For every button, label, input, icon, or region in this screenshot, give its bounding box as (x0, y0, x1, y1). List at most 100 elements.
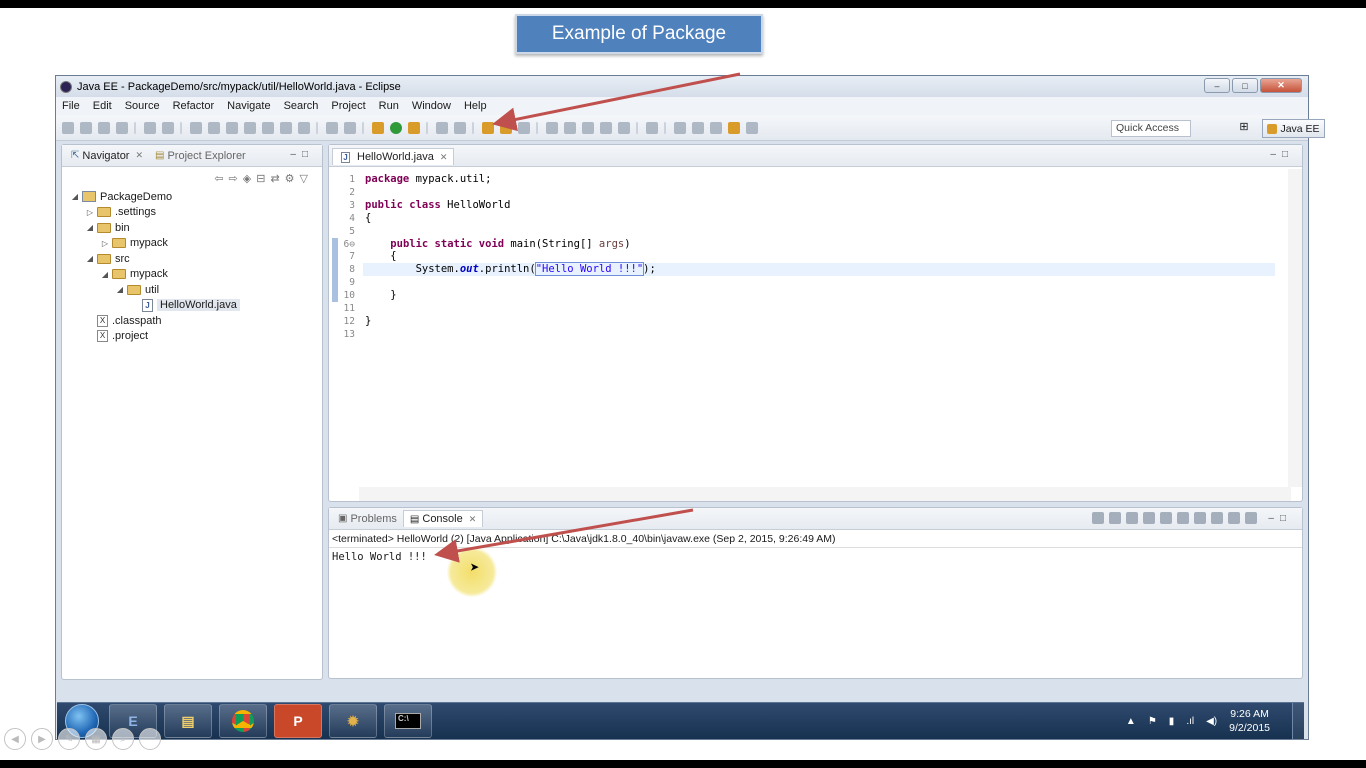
tree-node[interactable]: ◢ src (70, 251, 322, 267)
pen-icon[interactable]: ✎ (58, 728, 80, 750)
menu-edit[interactable]: Edit (93, 100, 112, 112)
menu-navigate[interactable]: Navigate (227, 100, 270, 112)
minimize-maximize-icons[interactable]: –□ (1268, 513, 1292, 524)
forward-arrow-icon[interactable]: ⇨ (229, 172, 238, 185)
annotation-next-icon[interactable] (546, 121, 558, 134)
minimize-maximize-icons[interactable]: –□ (290, 149, 314, 160)
horizontal-scrollbar[interactable] (359, 487, 1291, 501)
clock[interactable]: 9:26 AM 9/2/2015 (1229, 707, 1270, 735)
coverage-icon[interactable] (408, 121, 420, 134)
show-stdout-icon[interactable] (1177, 512, 1190, 524)
prev-annotation-icon[interactable] (710, 121, 722, 134)
maximize-button[interactable]: □ (1232, 78, 1258, 93)
last-edit-icon[interactable] (674, 121, 686, 134)
expand-toggle-icon[interactable]: ◢ (100, 270, 110, 279)
tree-node[interactable]: ◢ bin (70, 220, 322, 236)
expand-toggle-icon[interactable]: ◢ (70, 192, 80, 201)
close-tab-icon[interactable]: ✕ (440, 152, 448, 163)
skip-breakpoints-icon[interactable] (162, 121, 174, 134)
up-icon[interactable]: ◈ (243, 172, 251, 185)
tab-problems[interactable]: ▣ Problems (332, 511, 403, 527)
tree-node[interactable]: ▷ .settings (70, 205, 322, 221)
link-editor-icon[interactable]: ⇄ (270, 172, 279, 185)
close-tab-icon[interactable]: ✕ (135, 150, 143, 161)
close-tab-icon[interactable]: ✕ (469, 514, 477, 525)
next-slide-icon[interactable]: ▶ (31, 728, 53, 750)
tree-node[interactable]: ◢ mypack (70, 267, 322, 283)
next-annotation-icon[interactable] (692, 121, 704, 134)
remove-all-icon[interactable] (1126, 512, 1139, 524)
tree-node[interactable]: ◢ PackageDemo (70, 189, 322, 205)
pin-console-icon[interactable] (1211, 512, 1224, 524)
expand-toggle-icon[interactable]: ▷ (85, 208, 95, 217)
save-all-icon[interactable] (98, 121, 110, 134)
save-icon[interactable] (80, 121, 92, 134)
new-icon[interactable] (62, 121, 74, 134)
new-server-icon[interactable] (436, 121, 448, 134)
search-icon[interactable] (518, 121, 530, 134)
server-icon[interactable] (326, 121, 338, 134)
menu-run[interactable]: Run (379, 100, 399, 112)
slides-icon[interactable]: ▦ (85, 728, 107, 750)
minimize-maximize-icons[interactable]: –□ (1270, 149, 1294, 160)
tree-node[interactable]: ◢ util (70, 282, 322, 298)
tree-node[interactable]: ▷ mypack (70, 236, 322, 252)
tree-node[interactable]: X .classpath (70, 313, 322, 329)
annotation-prev-icon[interactable] (564, 121, 576, 134)
prev-slide-icon[interactable]: ◀ (4, 728, 26, 750)
app-gear-icon[interactable]: ✹ (329, 704, 377, 738)
command-prompt-icon[interactable]: C:\ (384, 704, 432, 738)
menu-refactor[interactable]: Refactor (173, 100, 215, 112)
open-type-icon[interactable] (482, 121, 494, 134)
run-icon[interactable] (390, 121, 402, 134)
disconnect-icon[interactable] (244, 121, 256, 134)
display-console-icon[interactable] (1228, 512, 1241, 524)
show-stderr-icon[interactable] (1194, 512, 1207, 524)
menu-project[interactable]: Project (331, 100, 365, 112)
debug-icon[interactable] (372, 121, 384, 134)
tab-project-explorer[interactable]: ▤ Project Explorer (149, 148, 252, 164)
show-hidden-icons[interactable]: ▲ (1126, 716, 1136, 727)
open-task-icon[interactable] (500, 121, 512, 134)
toggle-block-selection-icon[interactable] (600, 121, 612, 134)
chrome-icon[interactable] (219, 704, 267, 738)
terminate-icon[interactable] (226, 121, 238, 134)
expand-toggle-icon[interactable]: ▷ (100, 239, 110, 248)
resume-icon[interactable] (190, 121, 202, 134)
suspend-icon[interactable] (208, 121, 220, 134)
power-icon[interactable]: ▮ (1169, 716, 1175, 727)
show-whitespace-icon[interactable] (618, 121, 630, 134)
console-output-area[interactable]: Hello World !!! ➤ (329, 547, 1302, 665)
tab-helloworld-java[interactable]: J HelloWorld.java ✕ (332, 148, 455, 165)
expand-toggle-icon[interactable]: ◢ (85, 254, 95, 263)
globe-icon[interactable] (646, 121, 658, 134)
toggle-mark-occurrences-icon[interactable] (582, 121, 594, 134)
step-into-icon[interactable] (262, 121, 274, 134)
scroll-lock-icon[interactable] (1160, 512, 1173, 524)
menu-help[interactable]: Help (464, 100, 487, 112)
expand-toggle-icon[interactable]: ◢ (85, 223, 95, 232)
close-button[interactable]: ✕ (1260, 78, 1302, 93)
new-class-icon[interactable] (454, 121, 466, 134)
collapse-all-icon[interactable]: ⊟ (256, 172, 265, 185)
volume-icon[interactable]: ◀) (1206, 716, 1217, 727)
view-menu-icon[interactable]: ▽ (300, 172, 308, 185)
back-icon[interactable] (728, 121, 740, 134)
quick-access-input[interactable]: Quick Access (1111, 120, 1191, 137)
tab-navigator[interactable]: ⇱ Navigator ✕ (65, 148, 149, 164)
print-icon[interactable] (116, 121, 128, 134)
open-console-icon[interactable] (1245, 512, 1258, 524)
minimize-button[interactable]: – (1204, 78, 1230, 93)
file-explorer-icon[interactable]: ▤ (164, 704, 212, 738)
clear-console-icon[interactable] (1143, 512, 1156, 524)
more-icon[interactable]: ⋯ (139, 728, 161, 750)
tab-console[interactable]: ▤ Console ✕ (402, 510, 484, 527)
java-ee-perspective-button[interactable]: Java EE (1262, 119, 1325, 138)
tree-node[interactable]: J HelloWorld.java (70, 298, 322, 314)
forward-icon[interactable] (746, 121, 758, 134)
step-return-icon[interactable] (298, 121, 310, 134)
back-arrow-icon[interactable]: ⇦ (214, 172, 223, 185)
network-icon[interactable]: .ıl (1186, 716, 1194, 727)
action-center-flag-icon[interactable]: ⚑ (1148, 716, 1157, 727)
powerpoint-icon[interactable]: P (274, 704, 322, 738)
